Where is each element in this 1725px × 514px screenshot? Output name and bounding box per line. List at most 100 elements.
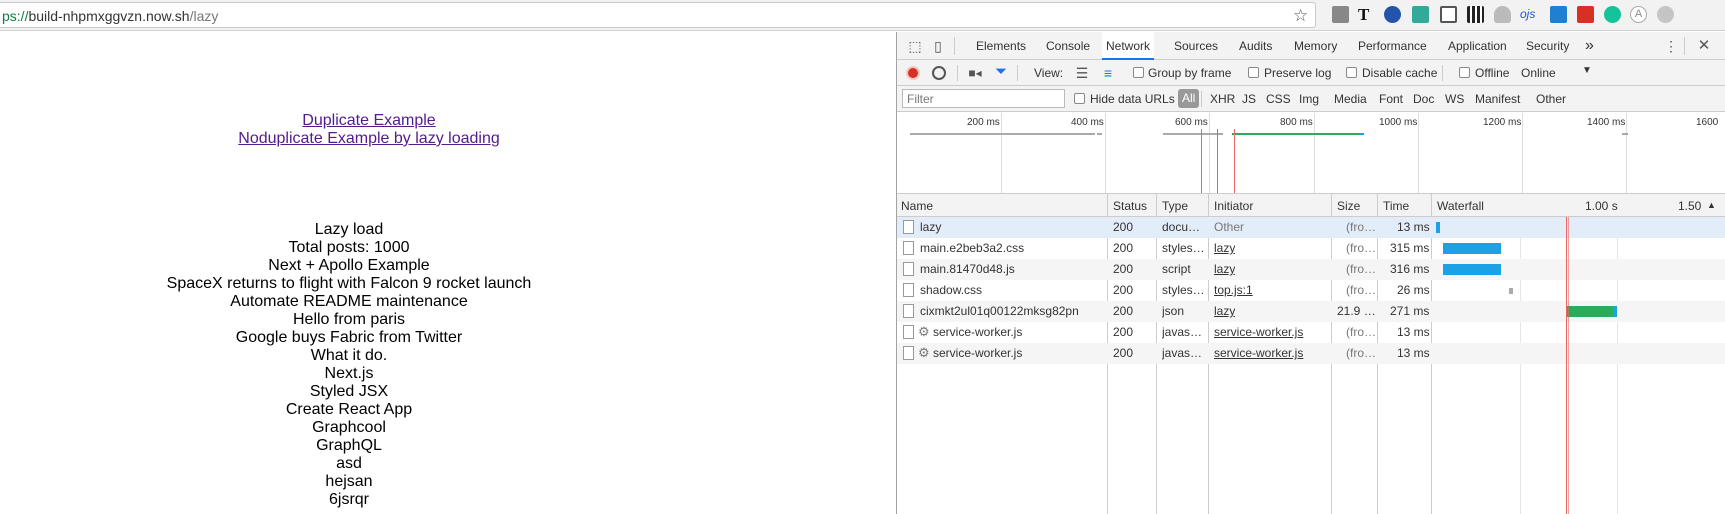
column-header-name[interactable]: Name <box>901 199 933 213</box>
filter-type-media[interactable]: Media <box>1334 92 1367 106</box>
request-initiator[interactable]: lazy <box>1214 241 1235 255</box>
filter-type-all[interactable]: All <box>1178 89 1200 108</box>
column-header-size[interactable]: Size <box>1337 199 1360 213</box>
tab-console[interactable]: Console <box>1046 32 1090 60</box>
filter-type-other[interactable]: Other <box>1536 92 1566 106</box>
menu-dots-icon[interactable] <box>1657 6 1674 23</box>
calendar-extension-icon[interactable] <box>1550 6 1567 23</box>
overview-bar <box>1163 133 1223 135</box>
disable-cache-checkbox[interactable] <box>1346 67 1357 78</box>
request-name[interactable]: lazy <box>920 220 1105 234</box>
duplicate-example-link[interactable]: Duplicate Example <box>302 112 435 130</box>
preserve-log-checkbox[interactable] <box>1248 67 1259 78</box>
waterfall-bar <box>1443 264 1501 275</box>
request-size: (fro… <box>1346 325 1376 339</box>
more-options-icon[interactable]: ⋮ <box>1662 37 1680 55</box>
grammarly-extension-icon[interactable] <box>1604 6 1621 23</box>
address-bar[interactable]: ps://build-nhpmxggvzn.now.sh/lazy ☆ <box>0 2 1316 28</box>
network-toolbar: ■◂ ⏷ View: ☰ ≡ Group by frame Preserve l… <box>897 60 1725 86</box>
filter-input[interactable] <box>902 89 1065 108</box>
tab-network[interactable]: Network <box>1102 32 1155 60</box>
sort-arrow-icon[interactable]: ▲ <box>1707 200 1716 210</box>
preserve-log-label: Preserve log <box>1264 66 1332 80</box>
tab-performance[interactable]: Performance <box>1358 32 1427 60</box>
window-extension-icon[interactable] <box>1440 6 1457 23</box>
post-list: Lazy load Total posts: 1000 Next + Apoll… <box>0 221 698 509</box>
grid-extension-icon[interactable] <box>1412 6 1429 23</box>
column-header-time[interactable]: Time <box>1383 199 1409 213</box>
tab-elements[interactable]: Elements <box>976 32 1026 60</box>
overview-tick: 1000 ms <box>1379 117 1418 128</box>
offline-checkbox[interactable] <box>1459 67 1470 78</box>
table-row[interactable]: cixmkt2ul01q00122mksg82pn 200 json lazy … <box>897 301 1725 322</box>
throttling-select[interactable]: Online <box>1521 66 1556 80</box>
table-row[interactable]: shadow.css 200 styles… top.js:1 (fro… 26… <box>897 280 1725 301</box>
hand-extension-icon[interactable] <box>1494 6 1511 23</box>
table-row[interactable]: main.81470d48.js 200 script lazy (fro… 3… <box>897 259 1725 280</box>
request-size: (fro… <box>1346 220 1376 234</box>
text-extension-icon[interactable]: T <box>1358 6 1375 23</box>
request-name[interactable]: service-worker.js <box>933 346 1105 360</box>
filter-type-img[interactable]: Img <box>1299 92 1319 106</box>
request-initiator[interactable]: lazy <box>1214 262 1235 276</box>
request-type: script <box>1162 262 1191 276</box>
device-toolbar-icon[interactable]: ▯ <box>929 37 947 55</box>
tab-security[interactable]: Security <box>1526 32 1569 60</box>
column-header-status[interactable]: Status <box>1113 199 1147 213</box>
request-name[interactable]: cixmkt2ul01q00122mksg82pn <box>920 304 1105 318</box>
column-header-waterfall[interactable]: Waterfall <box>1437 199 1484 213</box>
request-name[interactable]: main.81470d48.js <box>920 262 1105 276</box>
clear-icon[interactable] <box>932 66 946 80</box>
request-initiator[interactable]: service-worker.js <box>1214 346 1329 360</box>
tab-memory[interactable]: Memory <box>1294 32 1337 60</box>
more-tabs-icon[interactable]: » <box>1585 32 1594 60</box>
noduplicate-example-link[interactable]: Noduplicate Example by lazy loading <box>238 130 499 148</box>
filter-type-doc[interactable]: Doc <box>1413 92 1434 106</box>
group-by-frame-checkbox[interactable] <box>1133 67 1144 78</box>
dom-content-loaded-line <box>1201 129 1202 193</box>
filter-type-css[interactable]: CSS <box>1266 92 1291 106</box>
hide-data-urls-checkbox[interactable] <box>1074 93 1085 104</box>
mail-extension-icon[interactable] <box>1577 6 1594 23</box>
column-header-type[interactable]: Type <box>1162 199 1188 213</box>
qr-extension-icon[interactable] <box>1467 6 1484 23</box>
network-overview[interactable]: 200 ms 400 ms 600 ms 800 ms 1000 ms 1200… <box>897 113 1725 194</box>
request-name[interactable]: service-worker.js <box>933 325 1105 339</box>
table-row[interactable]: lazy 200 docu… Other (fro… 13 ms <box>897 217 1725 238</box>
overview-toggle-icon[interactable]: ≡ <box>1099 64 1117 82</box>
filter-icon[interactable]: ⏷ <box>992 63 1010 81</box>
table-row[interactable]: ⚙ service-worker.js 200 javas… service-w… <box>897 322 1725 343</box>
list-item: Create React App <box>285 401 413 418</box>
extension-icon-1[interactable] <box>1332 6 1349 23</box>
chevron-down-icon[interactable]: ▼ <box>1582 65 1592 76</box>
tab-audits[interactable]: Audits <box>1239 32 1272 60</box>
close-icon[interactable]: ✕ <box>1695 37 1713 55</box>
a-extension-icon[interactable]: A <box>1630 6 1647 23</box>
capture-screenshots-icon[interactable]: ■◂ <box>966 64 984 82</box>
filter-type-js[interactable]: JS <box>1242 92 1256 106</box>
filter-type-xhr[interactable]: XHR <box>1210 92 1235 106</box>
filter-type-manifest[interactable]: Manifest <box>1475 92 1520 106</box>
request-name[interactable]: shadow.css <box>920 283 1105 297</box>
table-row[interactable]: ⚙ service-worker.js 200 javas… service-w… <box>897 343 1725 364</box>
record-icon[interactable] <box>906 66 920 80</box>
filter-type-ws[interactable]: WS <box>1445 92 1464 106</box>
inspect-element-icon[interactable]: ⬚ <box>906 37 924 55</box>
overview-gridline <box>1522 113 1523 193</box>
ojs-extension-icon[interactable]: ojs <box>1520 6 1542 23</box>
request-initiator[interactable]: top.js:1 <box>1214 283 1253 297</box>
filter-type-font[interactable]: Font <box>1379 92 1403 106</box>
bird-extension-icon[interactable] <box>1384 6 1401 23</box>
url-text[interactable]: ps://build-nhpmxggvzn.now.sh/lazy <box>2 8 218 24</box>
overview-gridline <box>1209 113 1210 193</box>
large-rows-icon[interactable]: ☰ <box>1073 64 1091 82</box>
table-row[interactable]: main.e2beb3a2.css 200 styles… lazy (fro…… <box>897 238 1725 259</box>
star-icon[interactable]: ☆ <box>1293 7 1308 25</box>
request-initiator[interactable]: service-worker.js <box>1214 325 1329 339</box>
request-initiator[interactable]: lazy <box>1214 304 1235 318</box>
request-name[interactable]: main.e2beb3a2.css <box>920 241 1105 255</box>
overview-bar <box>1622 133 1628 135</box>
tab-sources[interactable]: Sources <box>1174 32 1218 60</box>
tab-application[interactable]: Application <box>1448 32 1507 60</box>
column-header-initiator[interactable]: Initiator <box>1214 199 1253 213</box>
